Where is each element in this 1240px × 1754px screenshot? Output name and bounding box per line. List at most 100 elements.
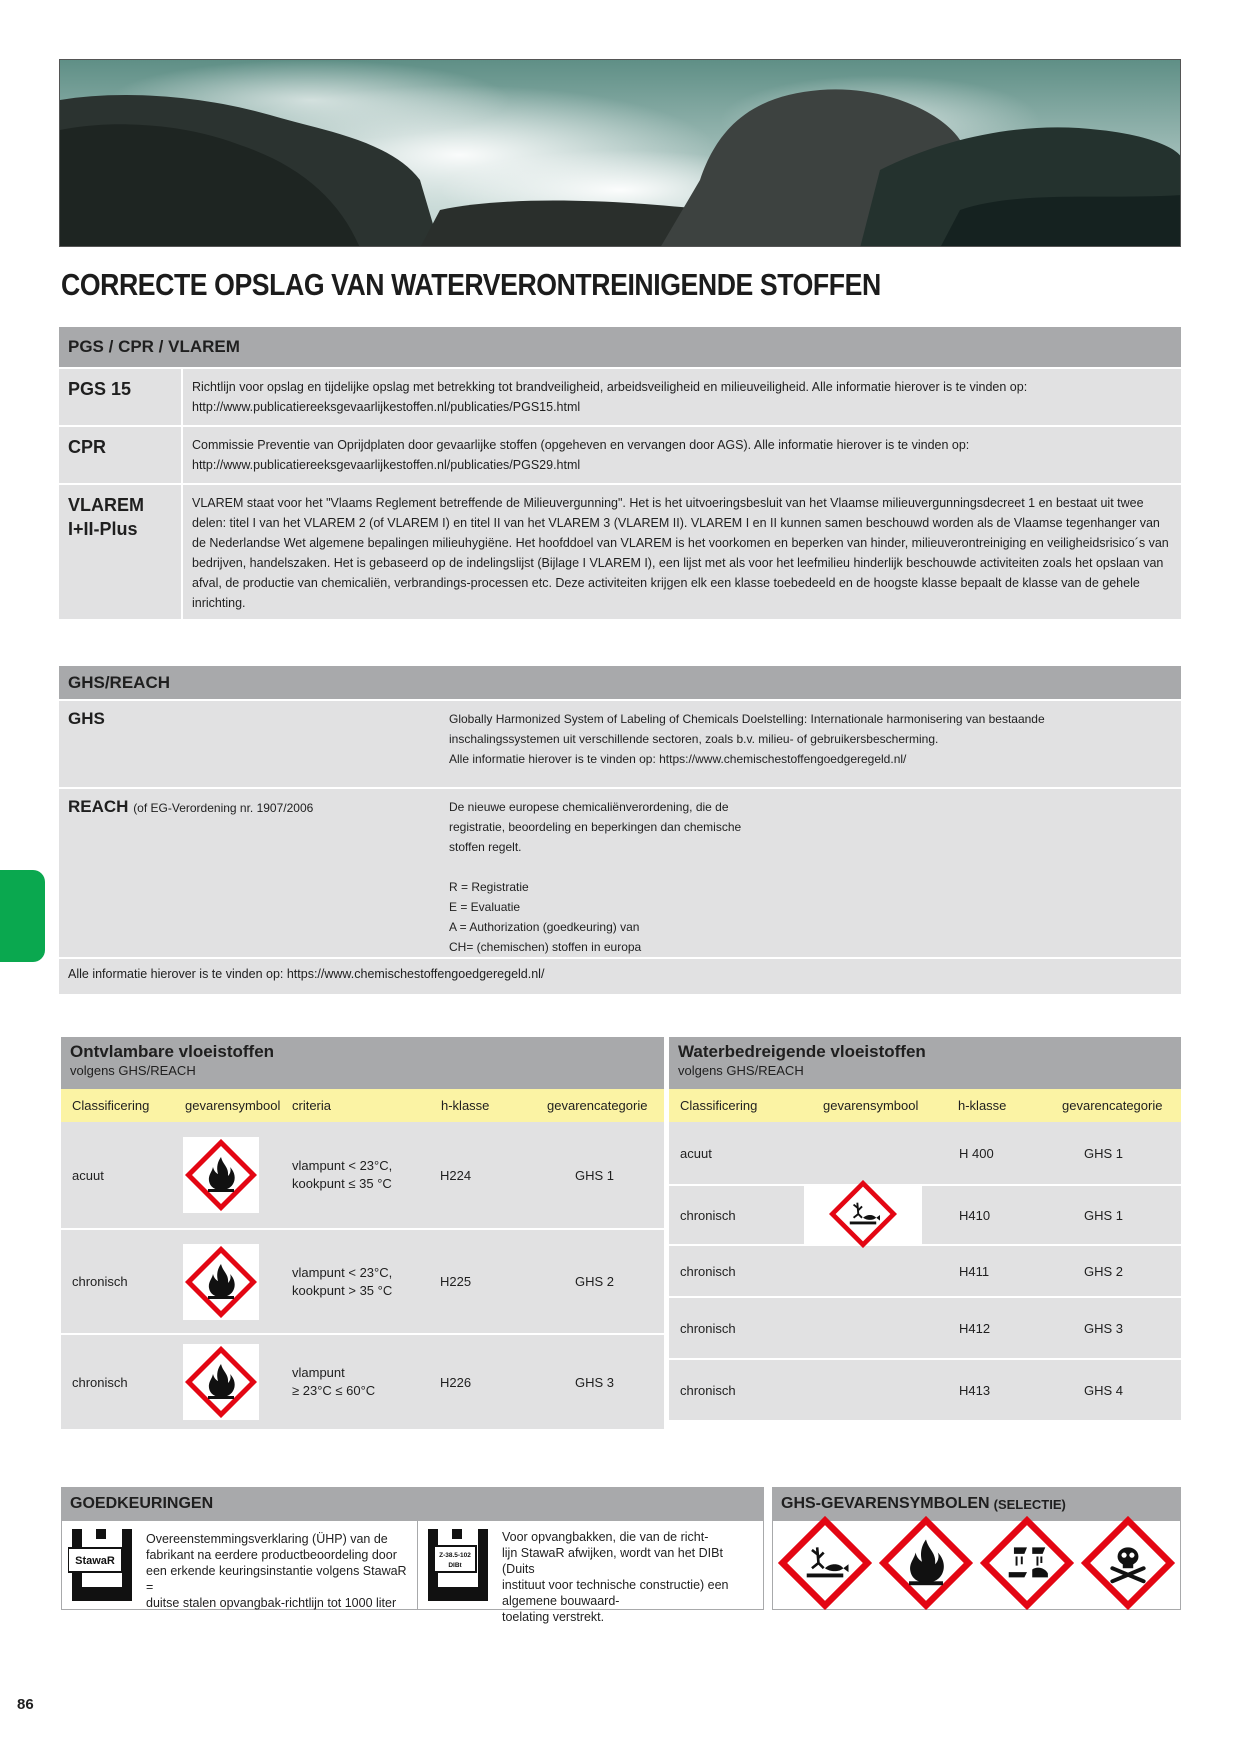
- table-row: chronisch vlampunt ≥ 23°C ≤ 60°C H226 GH…: [61, 1333, 664, 1429]
- ghs-section: GHS/REACH GHS Globally Harmonized System…: [59, 666, 1181, 994]
- row-h-klasse: H412: [959, 1320, 991, 1336]
- approval-dibt: Z-38.5-102 DIBt Voor opvangbakken, die v…: [418, 1521, 763, 1624]
- col-gevarencategorie: gevarencategorie: [1062, 1098, 1163, 1113]
- row-category: GHS 3: [575, 1374, 615, 1390]
- reach-label-cell: REACH (of EG-Verordening nr. 1907/2006: [59, 789, 449, 957]
- table-row: acuut vlampunt < 23°C, kookpunt ≤ 35 °C …: [61, 1122, 664, 1228]
- stawar-icon: StawaR: [67, 1529, 136, 1601]
- flame-icon: [183, 1243, 259, 1320]
- row-class: chronisch: [680, 1263, 736, 1279]
- ghs-symbols-body: [772, 1521, 1181, 1610]
- row-h-klasse: H224: [440, 1167, 472, 1183]
- row-criteria: vlampunt < 23°C, kookpunt > 35 °C: [292, 1264, 440, 1300]
- row-h-klasse: H226: [440, 1374, 472, 1390]
- vlarem-row: VLAREM I+II-Plus VLAREM staat voor het "…: [59, 483, 1181, 619]
- pgs15-link[interactable]: http://www.publicatiereeksgevaarlijkesto…: [192, 397, 1172, 417]
- row-category: GHS 1: [1084, 1207, 1124, 1223]
- page-title: CORRECTE OPSLAG VAN WATERVERONTREINIGEND…: [61, 267, 881, 302]
- water-column-headers: Classificering gevarensymbool h-klasse g…: [669, 1089, 1181, 1122]
- table-row: chronisch H410 GHS 1: [669, 1184, 1181, 1244]
- water-body: acuut H 400 GHS 1 chronisch H410 GHS 1 c…: [669, 1122, 1181, 1420]
- cpr-text: Commissie Preventie van Oprijdplaten doo…: [183, 427, 1181, 483]
- ghs-symbols-section: GHS-GEVARENSYMBOLEN (SELECTIE): [772, 1487, 1181, 1610]
- col-gevarensymbool: gevarensymbool: [823, 1098, 919, 1113]
- row-symbol-cell: [183, 1344, 292, 1420]
- pgs-section: PGS / CPR / VLAREM PGS 15 Richtlijn voor…: [59, 327, 1181, 619]
- table-row: chronisch vlampunt < 23°C, kookpunt > 35…: [61, 1228, 664, 1333]
- criteria-line: kookpunt > 35 °C: [292, 1282, 393, 1298]
- ghs-symbols-title: GHS-GEVARENSYMBOLEN: [781, 1495, 990, 1512]
- corrosion-icon: [980, 1516, 1074, 1615]
- row-h-klasse: H 400: [959, 1145, 994, 1161]
- flame-icon: [879, 1516, 973, 1615]
- row-class: chronisch: [72, 1374, 128, 1390]
- approval-line: een erkende keuringsinstantie volgens St…: [146, 1564, 407, 1594]
- approvals-body: StawaR Overeenstemmingsverklaring (ÜHP) …: [61, 1521, 764, 1624]
- row-category: GHS 1: [1084, 1145, 1124, 1161]
- reach-list-item: E = Evaluatie: [449, 900, 521, 914]
- row-h-klasse: H413: [959, 1382, 991, 1398]
- reach-line: registratie, beoordeling en beperkingen …: [449, 820, 742, 834]
- reach-text: De nieuwe europese chemicaliënverordenin…: [449, 789, 1181, 957]
- row-class: acuut: [680, 1145, 712, 1161]
- col-classificering: Classificering: [72, 1098, 150, 1113]
- approval-line: Voor opvangbakken, die van de richt-: [502, 1530, 709, 1544]
- table-row: chronisch H412 GHS 3: [669, 1296, 1181, 1358]
- row-class: chronisch: [680, 1207, 736, 1223]
- criteria-line: vlampunt: [292, 1365, 345, 1380]
- reach-label: REACH: [68, 797, 129, 816]
- approval-line: duitse stalen opvangbak-richtlijn tot 10…: [146, 1596, 397, 1610]
- col-h-klasse: h-klasse: [958, 1098, 1007, 1113]
- row-category: GHS 2: [1084, 1263, 1124, 1279]
- row-class: chronisch: [72, 1274, 128, 1289]
- col-criteria: criteria: [292, 1098, 332, 1113]
- approval-dibt-text: Voor opvangbakken, die van de richt- lij…: [492, 1529, 757, 1624]
- approval-line: lijn StawaR afwijken, wordt van het DIBt…: [502, 1546, 723, 1576]
- approvals-header: GOEDKEURINGEN: [61, 1487, 764, 1521]
- section-tab-marker: [0, 870, 45, 962]
- col-h-klasse: h-klasse: [441, 1098, 490, 1113]
- flammable-title: Ontvlambare vloeistoffen: [70, 1042, 275, 1061]
- row-class: chronisch: [680, 1320, 736, 1336]
- row-symbol-cell: [183, 1137, 292, 1213]
- table-row: chronisch H413 GHS 4: [669, 1358, 1181, 1420]
- approval-line: fabrikant na eerdere productbeoordeling …: [146, 1548, 397, 1562]
- col-gevarensymbool: gevarensymbool: [185, 1098, 281, 1113]
- dibt-badge-label: DIBt: [448, 1562, 462, 1569]
- reach-line: De nieuwe europese chemicaliënverordenin…: [449, 800, 729, 814]
- dibt-badge-number: Z-38.5-102: [439, 1552, 471, 1559]
- flammable-subtitle: volgens GHS/REACH: [70, 1063, 196, 1078]
- row-h-klasse: H225: [440, 1274, 472, 1289]
- row-category: GHS 3: [1084, 1320, 1124, 1336]
- approvals-section: GOEDKEURINGEN StawaR Overeenstemmingsver…: [61, 1487, 764, 1624]
- criteria-line: ≥ 23°C ≤ 60°C: [292, 1383, 376, 1398]
- reach-list-item: CH= (chemischen) stoffen in europa: [449, 940, 642, 954]
- flammable-table: Ontvlambare vloeistoffen volgens GHS/REA…: [61, 1037, 664, 1429]
- flame-icon: [183, 1137, 259, 1213]
- approval-line: Overeenstemmingsverklaring (ÜHP) van de: [146, 1532, 388, 1546]
- approval-stawar: StawaR Overeenstemmingsverklaring (ÜHP) …: [62, 1521, 418, 1610]
- pgs15-description: Richtlijn voor opslag en tijdelijke opsl…: [192, 380, 1028, 394]
- hero-image: [59, 59, 1181, 247]
- row-criteria: vlampunt ≥ 23°C ≤ 60°C: [292, 1364, 440, 1400]
- flammable-column-headers: Classificering gevarensymbool criteria h…: [61, 1089, 664, 1122]
- pgs15-text: Richtlijn voor opslag en tijdelijke opsl…: [183, 369, 1181, 425]
- ghs-text: Globally Harmonized System of Labeling o…: [449, 701, 1181, 787]
- water-title: Waterbedreigende vloeistoffen: [678, 1042, 926, 1061]
- ghs-symbols-note: (SELECTIE): [993, 1496, 1066, 1512]
- flame-icon: [183, 1344, 259, 1420]
- criteria-line: vlampunt < 23°C,: [292, 1264, 393, 1280]
- environment-icon: [804, 1184, 922, 1244]
- ghs-line: Globally Harmonized System of Labeling o…: [449, 712, 1045, 726]
- environment-icon: [778, 1516, 872, 1615]
- cpr-link[interactable]: http://www.publicatiereeksgevaarlijkesto…: [192, 455, 1172, 475]
- pgs-section-header: PGS / CPR / VLAREM: [59, 327, 1181, 367]
- reach-row: REACH (of EG-Verordening nr. 1907/2006 D…: [59, 787, 1181, 957]
- pgs15-label: PGS 15: [59, 369, 183, 425]
- cpr-description: Commissie Preventie van Oprijdplaten doo…: [192, 438, 970, 452]
- ghs-footer-link[interactable]: Alle informatie hierover is te vinden op…: [59, 957, 1181, 994]
- row-criteria: vlampunt < 23°C, kookpunt ≤ 35 °C: [292, 1157, 440, 1193]
- cpr-row: CPR Commissie Preventie van Oprijdplaten…: [59, 425, 1181, 483]
- ghs-label: GHS: [68, 709, 105, 728]
- flammable-header: Ontvlambare vloeistoffen volgens GHS/REA…: [61, 1037, 664, 1089]
